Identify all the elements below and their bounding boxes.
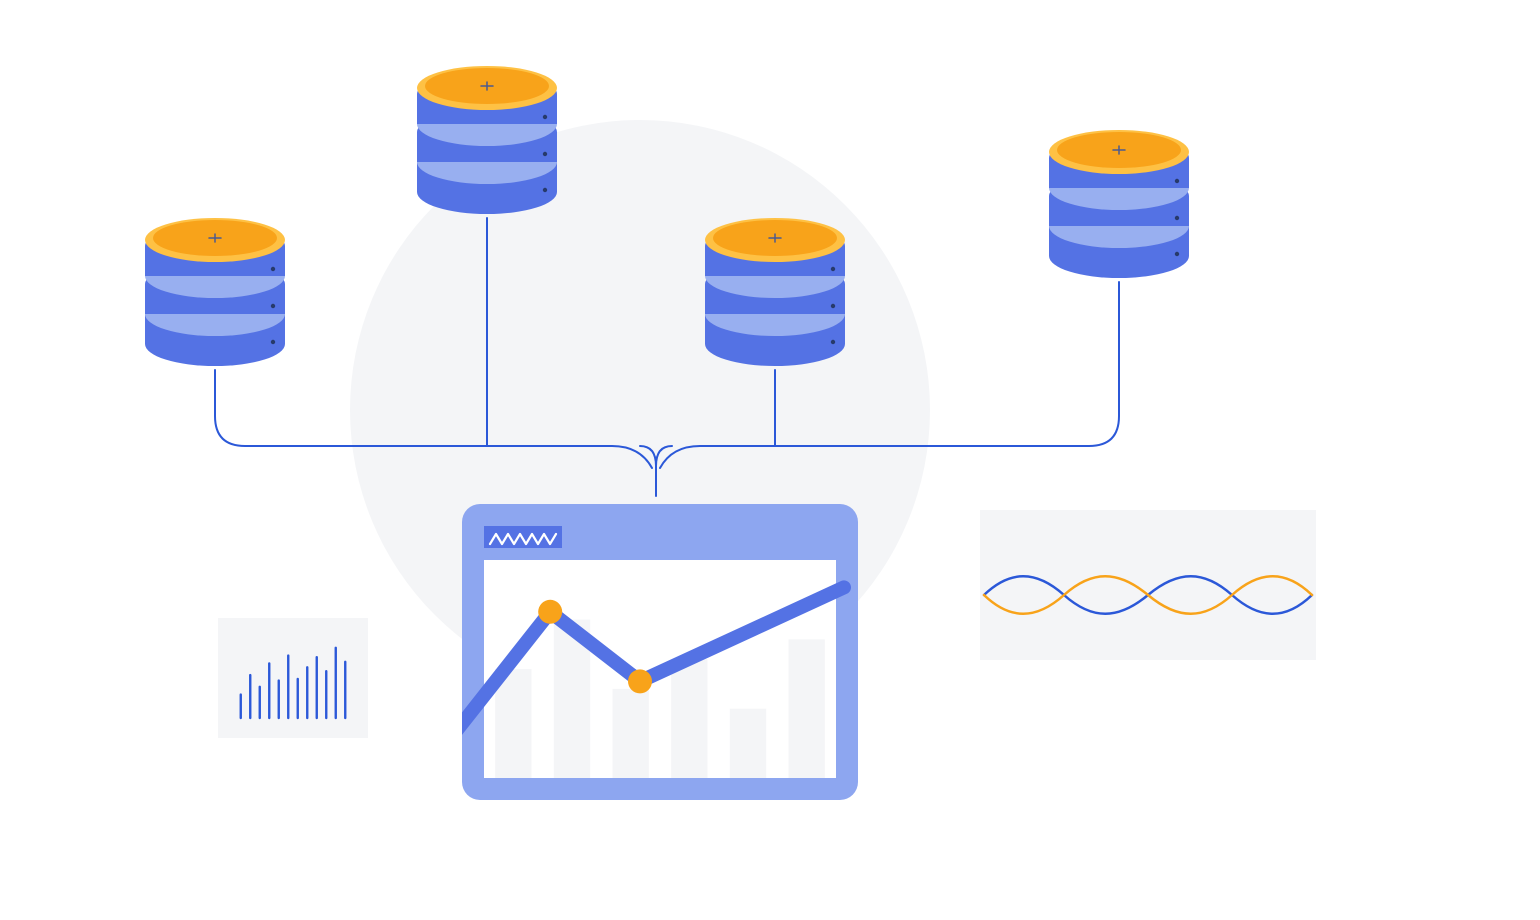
dashboard-window: [462, 504, 858, 805]
diagram-stage: [0, 0, 1540, 920]
database-icon: [140, 214, 290, 374]
database-2: [412, 62, 562, 227]
mini-bar-chart-icon: [218, 618, 368, 738]
database-icon: [1044, 126, 1194, 286]
database-icon: [412, 62, 562, 222]
wave-panel: [980, 510, 1316, 665]
wave-chart-icon: [980, 510, 1316, 660]
dashboard-icon: [462, 504, 858, 800]
database-icon: [700, 214, 850, 374]
database-3: [700, 214, 850, 379]
mini-bar-panel: [218, 618, 368, 743]
database-1: [140, 214, 290, 379]
database-4: [1044, 126, 1194, 291]
